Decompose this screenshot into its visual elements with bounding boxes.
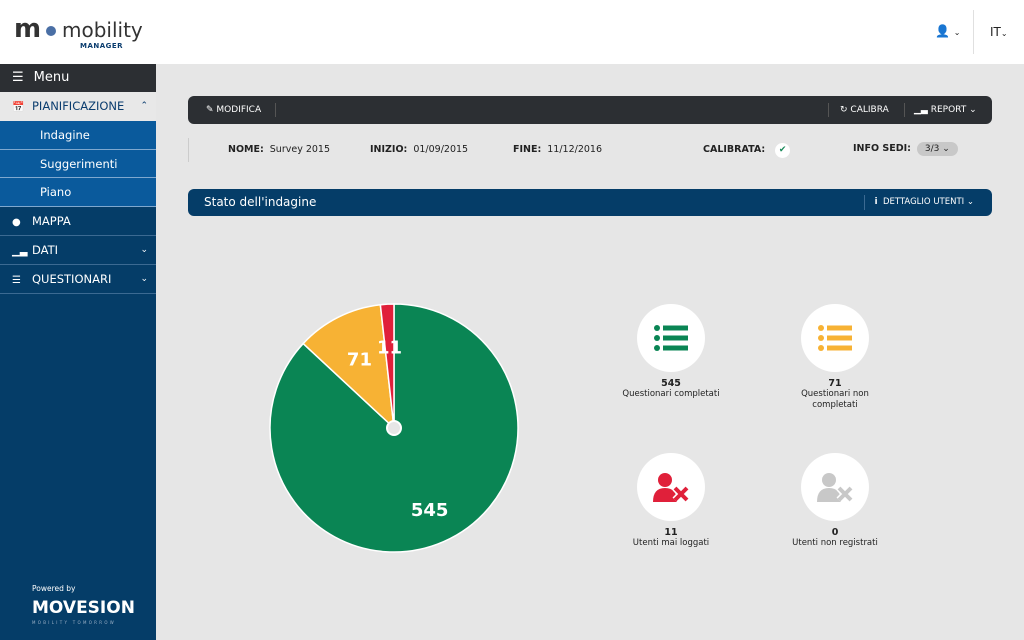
stat-label: Questionari non completati <box>801 389 869 410</box>
stat-card: 545 Questionari completati <box>601 304 741 400</box>
pie-label-2: 11 <box>377 338 402 359</box>
list-icon-circle <box>637 304 705 372</box>
stat-value: 545 <box>661 378 681 389</box>
pie-label-0: 545 <box>411 500 449 521</box>
pie-label-1: 71 <box>347 349 372 370</box>
stat-card: 11 Utenti mai loggati <box>601 453 741 549</box>
list-icon-circle <box>801 304 869 372</box>
stat-value: 0 <box>831 527 839 538</box>
user-times-icon-circle <box>637 453 705 521</box>
user-times-icon-circle <box>801 453 869 521</box>
stat-value: 11 <box>664 527 678 538</box>
stat-value: 71 <box>828 378 842 389</box>
stat-label: Utenti mai loggati <box>632 538 710 548</box>
stat-card: 71 Questionari non completati <box>765 304 905 411</box>
stat-label: Questionari completati <box>622 389 720 399</box>
stat-card: 0 Utenti non registrati <box>765 453 905 549</box>
pie-center <box>386 420 402 436</box>
stat-label: Utenti non registrati <box>792 538 878 548</box>
